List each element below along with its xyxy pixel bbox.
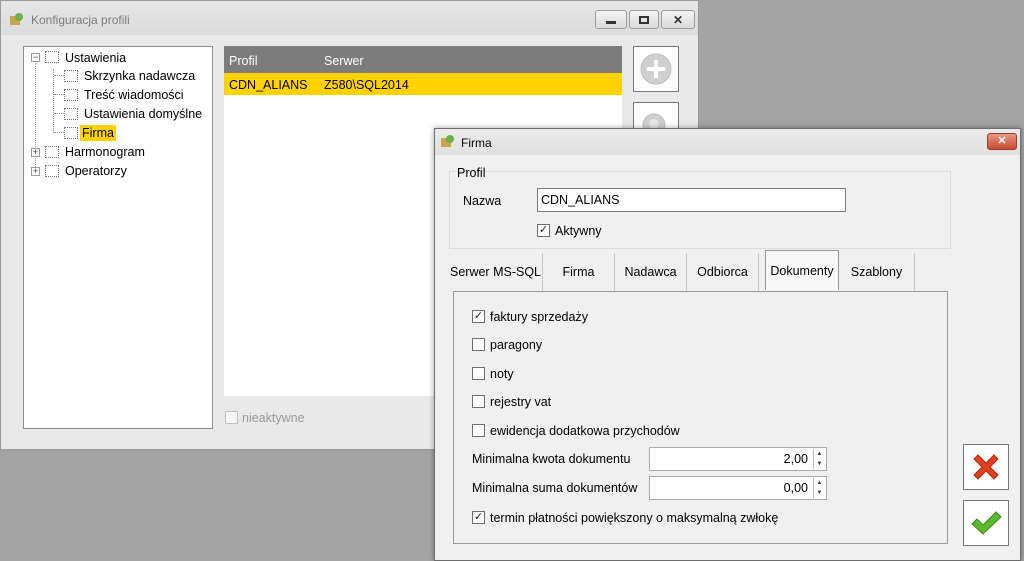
restore-icon	[639, 15, 649, 24]
checkbox-label: termin płatności powiększony o maksymaln…	[490, 511, 779, 525]
settings-tree: − Ustawienia Skrzynka nadawcza Treść wia…	[23, 46, 213, 429]
page-icon	[64, 108, 78, 120]
checkbox-rejestry-vat[interactable]	[472, 395, 485, 408]
plus-icon	[640, 53, 672, 85]
add-profile-button[interactable]	[633, 46, 679, 92]
edit-page-icon	[64, 127, 78, 139]
page-icon	[64, 89, 78, 101]
checkmark-icon	[971, 511, 1002, 535]
tab-szablony[interactable]: Szablony	[839, 253, 915, 291]
spin-up-icon: ▲	[816, 451, 823, 457]
checkbox-label: paragony	[490, 338, 543, 352]
cancel-button[interactable]	[963, 444, 1009, 490]
collapse-toggle[interactable]: −	[31, 53, 40, 62]
tree-item-label: Firma	[80, 125, 116, 141]
cell-profil: CDN_ALIANS	[229, 78, 308, 92]
expand-toggle[interactable]: +	[31, 167, 40, 176]
folder-icon	[45, 51, 59, 63]
min-sum-spinner[interactable]: ▲ ▼	[813, 478, 825, 498]
checkbox-termin[interactable]: ✓	[472, 511, 485, 524]
name-field[interactable]: CDN_ALIANS	[537, 188, 846, 212]
folder-icon	[45, 146, 59, 158]
tree-item-ustawienia[interactable]: Ustawienia	[63, 49, 128, 67]
min-amount-spinner[interactable]: ▲ ▼	[813, 449, 825, 469]
checkbox-paragony[interactable]	[472, 338, 485, 351]
checkbox-label: ewidencja dodatkowa przychodów	[490, 424, 680, 438]
spin-down-icon: ▼	[816, 461, 823, 467]
company-dialog: Firma ✕ Profil Nazwa CDN_ALIANS ✓ Aktywn…	[434, 128, 1021, 561]
checkbox-label: rejestry vat	[490, 395, 552, 409]
tree-item-firma[interactable]: Firma	[80, 124, 116, 142]
close-icon: ✕	[997, 135, 1007, 147]
spin-down-icon: ▼	[816, 490, 823, 496]
tree-item-skrzynka[interactable]: Skrzynka nadawcza	[82, 67, 197, 85]
minimize-button[interactable]	[595, 10, 627, 29]
min-amount-input[interactable]: 2,00 ▲ ▼	[649, 447, 827, 471]
window-title: Konfiguracja profili	[31, 13, 130, 27]
tab-odbiorca[interactable]: Odbiorca	[687, 253, 759, 291]
column-header-serwer[interactable]: Serwer	[324, 54, 364, 68]
tab-nadawca[interactable]: Nadawca	[615, 253, 687, 291]
tree-item-operatorzy[interactable]: Operatorzy	[63, 162, 129, 180]
tree-item-ustawienia-domyslne[interactable]: Ustawienia domyślne	[82, 105, 204, 123]
expand-toggle[interactable]: +	[31, 148, 40, 157]
tree-item-label: Skrzynka nadawcza	[84, 69, 196, 83]
tree-item-label: Ustawienia domyślne	[84, 107, 203, 121]
checkbox-noty[interactable]	[472, 367, 485, 380]
spin-up-icon: ▲	[816, 480, 823, 486]
table-row[interactable]: CDN_ALIANS Z580\SQL2014	[224, 73, 622, 95]
title-bar: Konfiguracja profili ✕	[1, 1, 698, 35]
tree-item-label: Operatorzy	[65, 164, 127, 178]
dialog-title: Firma	[461, 136, 492, 150]
page-icon	[64, 70, 78, 82]
tree-item-harmonogram[interactable]: Harmonogram	[63, 143, 147, 161]
min-amount-value: 2,00	[783, 452, 808, 466]
tree-item-tresc[interactable]: Treść wiadomości	[82, 86, 186, 104]
active-label: Aktywny	[555, 224, 602, 238]
close-icon: ✕	[672, 12, 684, 27]
checkbox-label: faktury sprzedaży	[490, 310, 588, 324]
tree-item-label: Treść wiadomości	[84, 88, 184, 102]
column-header-profil[interactable]: Profil	[229, 54, 257, 68]
tree-item-label: Harmonogram	[65, 145, 145, 159]
min-amount-label: Minimalna kwota dokumentu	[472, 452, 631, 466]
app-icon	[441, 135, 454, 147]
tree-item-label: Ustawienia	[65, 51, 127, 65]
tab-firma[interactable]: Firma	[543, 253, 615, 291]
checkbox-ewidencja[interactable]	[472, 424, 485, 437]
dialog-title-bar: Firma ✕	[435, 129, 1020, 155]
folder-icon	[45, 165, 59, 177]
checkbox-label: noty	[490, 367, 514, 381]
min-sum-label: Minimalna suma dokumentów	[472, 481, 638, 495]
name-label: Nazwa	[463, 194, 502, 208]
checkbox-box	[225, 411, 238, 424]
active-checkbox[interactable]: ✓	[537, 224, 550, 237]
restore-button[interactable]	[629, 10, 659, 29]
group-title: Profil	[457, 166, 486, 180]
checkbox-faktury[interactable]: ✓	[472, 310, 485, 323]
cell-serwer: Z580\SQL2014	[324, 78, 409, 92]
min-sum-value: 0,00	[783, 481, 808, 495]
min-sum-input[interactable]: 0,00 ▲ ▼	[649, 476, 827, 500]
grid-header: Profil Serwer	[224, 46, 622, 73]
minimize-icon	[606, 21, 616, 24]
cancel-icon	[973, 454, 999, 480]
tab-serwer-ms-sql[interactable]: Serwer MS-SQL	[449, 253, 543, 291]
close-button[interactable]: ✕	[661, 10, 695, 29]
dialog-close-button[interactable]: ✕	[987, 133, 1017, 150]
ok-button[interactable]	[963, 500, 1009, 546]
tab-dokumenty[interactable]: Dokumenty	[765, 250, 839, 290]
documents-panel: ✓ faktury sprzedaży paragony noty rejest…	[453, 291, 948, 544]
inactive-label: nieaktywne	[242, 411, 305, 425]
app-icon	[10, 13, 23, 25]
